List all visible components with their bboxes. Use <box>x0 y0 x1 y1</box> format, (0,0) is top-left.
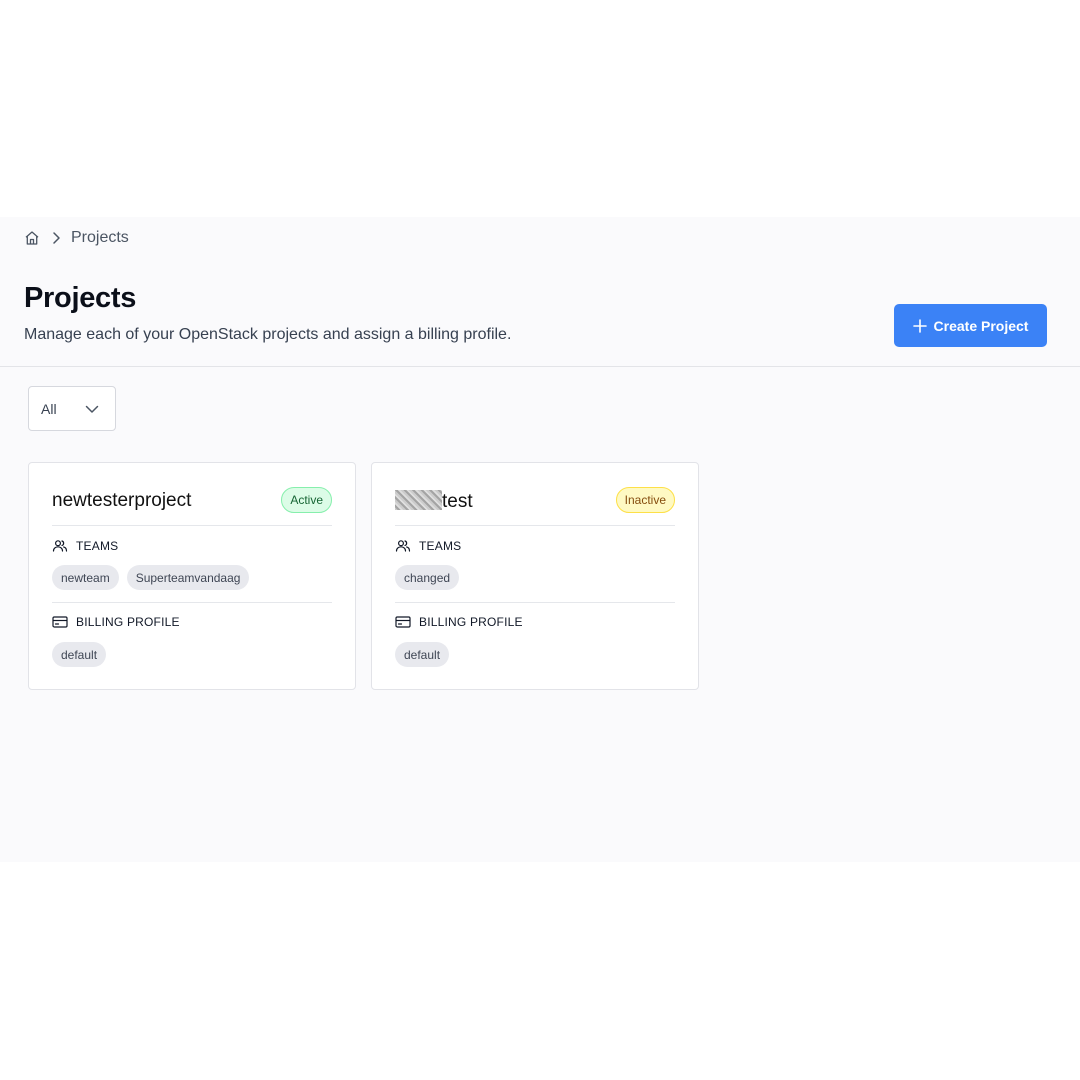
plus-icon <box>912 318 927 333</box>
project-card[interactable]: test Inactive TEAMS changed BILLING PROF… <box>371 462 699 690</box>
billing-heading: BILLING PROFILE <box>395 614 523 630</box>
teams-heading: TEAMS <box>395 538 461 554</box>
filter-value: All <box>41 400 57 417</box>
billing-profile-chip[interactable]: default <box>395 642 450 667</box>
card-divider <box>395 602 675 603</box>
home-icon[interactable] <box>24 230 40 246</box>
breadcrumb: Projects <box>24 228 129 248</box>
redacted-name-prefix <box>395 490 442 510</box>
teams-heading-label: TEAMS <box>419 539 462 553</box>
credit-card-icon <box>395 614 411 630</box>
users-icon <box>395 538 411 554</box>
billing-list: default <box>52 642 107 667</box>
teams-list: changed <box>395 565 460 590</box>
credit-card-icon <box>52 614 68 630</box>
project-name[interactable]: test <box>395 490 473 513</box>
projects-page: Projects Projects Manage each of your Op… <box>0 217 1080 862</box>
chevron-right-icon <box>48 230 64 246</box>
project-name[interactable]: newtesterproject <box>52 490 191 512</box>
users-icon <box>52 538 68 554</box>
teams-list: newteam Superteamvandaag <box>52 565 250 590</box>
billing-heading-label: BILLING PROFILE <box>76 615 180 629</box>
billing-heading-label: BILLING PROFILE <box>419 615 523 629</box>
billing-profile-chip[interactable]: default <box>52 642 107 667</box>
billing-list: default <box>395 642 450 667</box>
card-divider <box>395 525 675 526</box>
chevron-down-icon <box>84 401 100 417</box>
header-divider <box>0 366 1080 367</box>
project-name-text: test <box>442 491 473 512</box>
teams-heading-label: TEAMS <box>76 539 119 553</box>
team-chip[interactable]: Superteamvandaag <box>126 565 250 590</box>
team-chip[interactable]: newteam <box>52 565 119 590</box>
billing-heading: BILLING PROFILE <box>52 614 180 630</box>
page-subtitle: Manage each of your OpenStack projects a… <box>24 326 512 343</box>
team-chip[interactable]: changed <box>395 565 460 590</box>
breadcrumb-current[interactable]: Projects <box>71 229 129 247</box>
status-badge: Inactive <box>615 487 675 513</box>
status-filter-select[interactable]: All <box>28 386 116 431</box>
project-card[interactable]: newtesterproject Active TEAMS newteam Su… <box>28 462 356 690</box>
teams-heading: TEAMS <box>52 538 118 554</box>
create-project-button[interactable]: Create Project <box>894 304 1047 347</box>
card-divider <box>52 602 332 603</box>
create-project-label: Create Project <box>933 317 1029 334</box>
page-title: Projects <box>24 282 137 314</box>
status-badge: Active <box>281 487 332 513</box>
card-divider <box>52 525 332 526</box>
